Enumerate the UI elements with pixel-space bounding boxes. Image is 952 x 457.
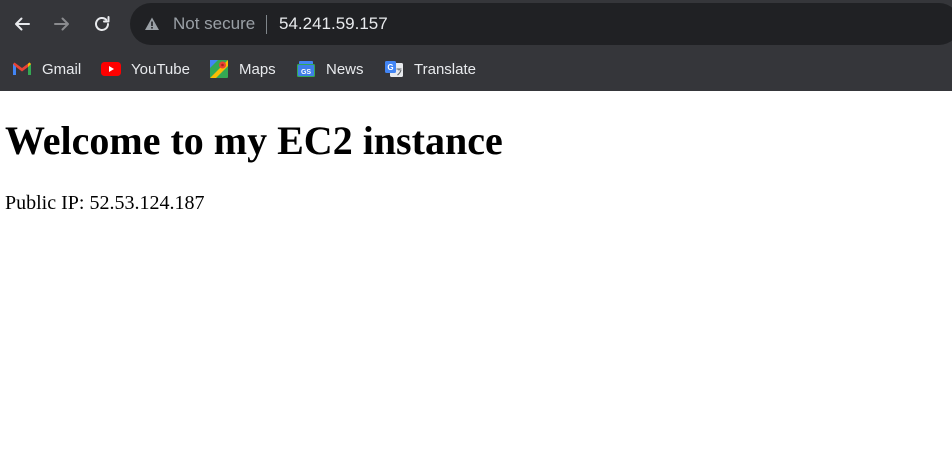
reload-icon [95, 16, 110, 31]
bookmark-label: Gmail [42, 60, 82, 78]
bookmark-youtube[interactable]: YouTube [101, 58, 190, 80]
bookmark-maps[interactable]: Maps [209, 58, 276, 80]
bookmark-label: News [326, 60, 364, 78]
browser-chrome: Not secure 54.241.59.157 Gmail YouTube M… [0, 0, 952, 91]
youtube-icon [101, 60, 121, 78]
translate-icon: G [384, 60, 404, 78]
news-icon: GS [296, 60, 316, 78]
bookmark-gmail[interactable]: Gmail [12, 58, 81, 80]
gmail-icon [12, 60, 32, 78]
warning-triangle-icon[interactable] [144, 16, 160, 32]
bookmarks-bar: Gmail YouTube Maps GS News G Translate [0, 48, 952, 91]
address-bar[interactable]: Not secure 54.241.59.157 [130, 3, 952, 45]
forward-arrow-icon [54, 17, 69, 31]
svg-text:G: G [387, 63, 393, 72]
bookmark-label: Maps [239, 60, 276, 78]
bookmark-translate[interactable]: G Translate [384, 58, 476, 80]
address-separator [266, 15, 267, 34]
maps-icon [209, 60, 229, 78]
forward-button[interactable] [50, 12, 74, 36]
bookmark-news[interactable]: GS News [296, 58, 364, 80]
svg-text:GS: GS [301, 69, 311, 76]
public-ip-text: Public IP: 52.53.124.187 [5, 192, 205, 214]
bookmark-label: Translate [414, 60, 476, 78]
back-arrow-icon [15, 17, 30, 31]
page-heading: Welcome to my EC2 instance [5, 118, 503, 163]
browser-toolbar: Not secure 54.241.59.157 [0, 0, 952, 48]
back-button[interactable] [10, 12, 34, 36]
page-content: Welcome to my EC2 instance Public IP: 52… [0, 91, 952, 457]
bookmark-label: YouTube [131, 60, 190, 78]
url-text[interactable]: 54.241.59.157 [279, 14, 388, 34]
reload-button[interactable] [90, 12, 114, 36]
security-status-label[interactable]: Not secure [173, 14, 255, 34]
